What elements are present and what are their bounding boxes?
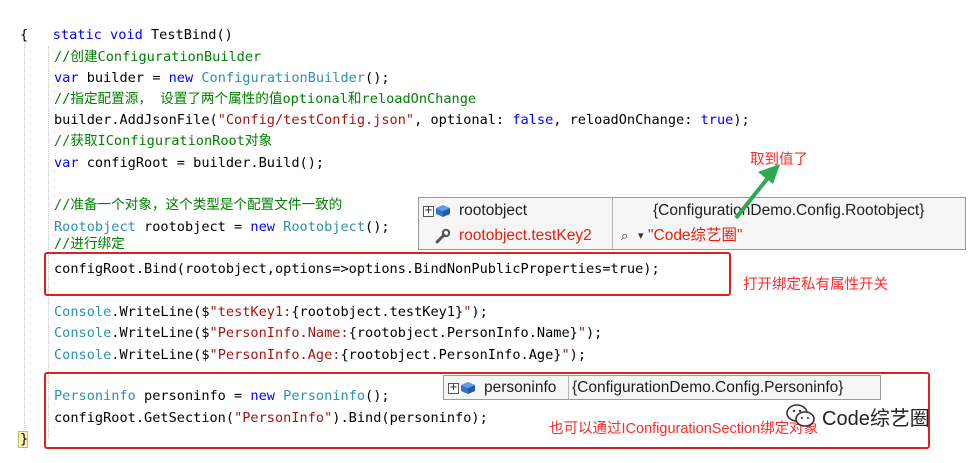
builder-declaration-line[interactable]: var builder = new ConfigurationBuilder()… bbox=[54, 68, 390, 89]
object-cube-icon bbox=[461, 382, 475, 394]
type-name: Console bbox=[54, 304, 112, 320]
type-name: Console bbox=[54, 347, 112, 363]
interpolation: {rootobject.testKey1} bbox=[291, 304, 464, 320]
expand-toggle[interactable]: + bbox=[423, 206, 434, 217]
rootobject-datatip[interactable]: + rootobject {ConfigurationDemo.Config.R… bbox=[418, 197, 966, 250]
datatip-separator bbox=[568, 376, 569, 399]
keyword-new: new bbox=[250, 219, 275, 235]
string-literal: "Config/testConfig.json" bbox=[217, 112, 415, 128]
type-name: ConfigurationBuilder bbox=[193, 70, 366, 86]
annotation-got-value: 取到值了 bbox=[750, 152, 808, 168]
datatip-child-value: "Code综艺圈" bbox=[648, 227, 743, 244]
indent-guide bbox=[24, 40, 25, 450]
code-text: builder = bbox=[78, 70, 169, 86]
writeline-person-age[interactable]: Console.WriteLine($"PersonInfo.Age:{root… bbox=[54, 345, 586, 366]
keyword-new: new bbox=[168, 70, 194, 86]
close-brace-line[interactable]: } bbox=[20, 429, 28, 450]
annotation-section-bind: 也可以通过IConfigurationSection绑定对象 bbox=[549, 421, 819, 437]
string-literal: " bbox=[561, 347, 570, 363]
code-text: .WriteLine($ bbox=[111, 347, 210, 363]
expand-toggle[interactable]: + bbox=[448, 383, 459, 394]
datatip-value: {ConfigurationDemo.Config.Rootobject} bbox=[653, 202, 925, 219]
string-literal: " bbox=[577, 325, 586, 341]
config-root-line[interactable]: var configRoot = builder.Build(); bbox=[54, 153, 324, 174]
code-text: .WriteLine($ bbox=[111, 325, 210, 341]
keyword-void: void bbox=[110, 27, 143, 43]
type-name: Console bbox=[54, 325, 112, 341]
comment-get-root[interactable]: //获取IConfigurationRoot对象 bbox=[54, 131, 272, 152]
code-text: , reloadOnChange: bbox=[553, 112, 701, 128]
watermark: Code综艺圈 bbox=[786, 396, 930, 436]
dropdown-arrow-icon[interactable]: ▾ bbox=[638, 224, 644, 248]
annotation-bind-private: 打开绑定私有属性开关 bbox=[743, 277, 888, 293]
method-name: TestBind() bbox=[150, 27, 233, 43]
code-text: (); bbox=[365, 219, 390, 235]
code-text: builder.AddJsonFile( bbox=[54, 112, 218, 128]
magnifier-icon[interactable]: ⌕ bbox=[621, 224, 628, 248]
writeline-person-name[interactable]: Console.WriteLine($"PersonInfo.Name:{roo… bbox=[54, 323, 602, 344]
comment-prepare-object[interactable]: //准备一个对象，这个类型是个配置文件一致的 bbox=[54, 195, 342, 216]
code-text: .WriteLine($ bbox=[111, 304, 210, 320]
code-text: , optional: bbox=[414, 112, 513, 128]
code-text: ); bbox=[471, 304, 488, 320]
comment-create-builder[interactable]: //创建ConfigurationBuilder bbox=[54, 47, 261, 68]
datatip-name: rootobject bbox=[459, 202, 528, 219]
code-text: ); bbox=[586, 325, 603, 341]
string-literal: "PersonInfo.Age: bbox=[209, 347, 341, 363]
string-literal: "PersonInfo.Name: bbox=[209, 325, 349, 341]
code-text: ); bbox=[569, 347, 587, 363]
keyword-var: var bbox=[54, 155, 79, 171]
method-signature-line[interactable]: static void TestBind() bbox=[20, 4, 233, 43]
add-json-file-line[interactable]: builder.AddJsonFile("Config/testConfig.j… bbox=[54, 110, 750, 131]
keyword-true: true bbox=[700, 112, 734, 128]
interpolation: {rootobject.PersonInfo.Age} bbox=[340, 347, 562, 363]
open-brace-line[interactable]: { bbox=[20, 25, 28, 46]
code-text: ); bbox=[733, 112, 750, 128]
string-literal: "testKey1: bbox=[209, 304, 292, 320]
keyword-var: var bbox=[54, 70, 79, 86]
datatip-row-testkey2[interactable]: rootobject.testKey2 ⌕ ▾ "Code综艺圈" bbox=[419, 224, 965, 248]
keyword-false: false bbox=[512, 112, 554, 128]
code-text: (); bbox=[365, 70, 390, 86]
object-cube-icon bbox=[436, 205, 450, 217]
datatip-row-rootobject[interactable]: + rootobject {ConfigurationDemo.Config.R… bbox=[419, 199, 965, 223]
watermark-text: Code综艺圈 bbox=[822, 407, 930, 430]
keyword-static: static bbox=[52, 27, 102, 43]
property-wrench-icon bbox=[435, 228, 451, 244]
datatip-name: personinfo bbox=[484, 379, 557, 396]
bind-line-highlight bbox=[44, 252, 731, 296]
code-text: configRoot = builder.Build(); bbox=[78, 155, 325, 171]
comment-config-source[interactable]: //指定配置源， 设置了两个属性的值optional和reloadOnChang… bbox=[54, 89, 476, 110]
datatip-child-name: rootobject.testKey2 bbox=[459, 227, 592, 244]
type-name: Rootobject bbox=[274, 219, 366, 235]
interpolation: {rootobject.PersonInfo.Name} bbox=[348, 325, 578, 341]
code-text: rootobject = bbox=[135, 219, 251, 235]
wechat-icon bbox=[786, 404, 815, 427]
writeline-testkey1[interactable]: Console.WriteLine($"testKey1:{rootobject… bbox=[54, 302, 488, 323]
type-name: Rootobject bbox=[54, 219, 136, 235]
datatip-separator bbox=[612, 198, 613, 249]
